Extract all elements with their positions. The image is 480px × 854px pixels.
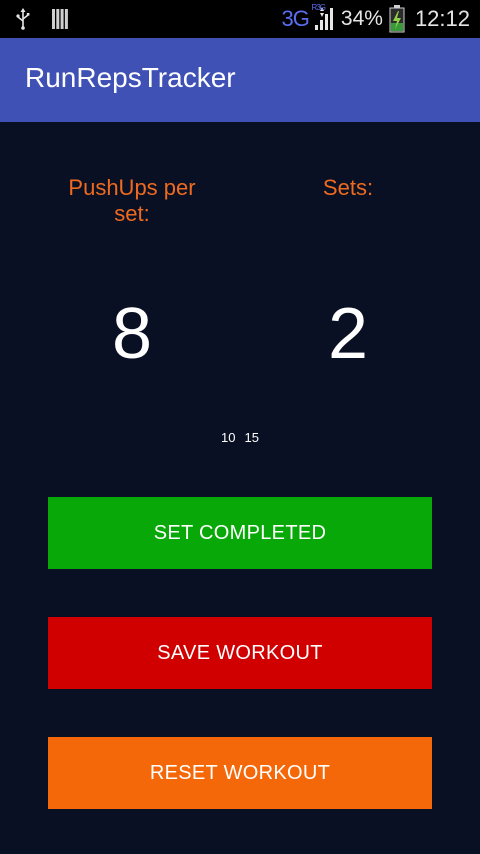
battery-charging-icon (389, 5, 405, 33)
status-bar-left (16, 8, 68, 30)
app-bar: RunRepsTracker (0, 38, 480, 122)
history-item: 10 (221, 430, 236, 445)
status-bar-right: 3G R3G 34% 12:12 (281, 3, 470, 34)
save-workout-button[interactable]: SAVE WORKOUT (48, 617, 432, 689)
history-item: 15 (244, 430, 259, 445)
reset-workout-button[interactable]: RESET WORKOUT (48, 737, 432, 809)
set-completed-button[interactable]: SET COMPLETED (48, 497, 432, 569)
sets-value: 2 (327, 294, 369, 374)
battery-percent: 34% (340, 7, 383, 30)
pushups-per-set-label: PushUps per set: (68, 175, 196, 226)
network-type-label: 3G (281, 6, 310, 31)
network-type: 3G R3G (281, 3, 326, 32)
app-title: RunRepsTracker (25, 62, 236, 93)
usb-icon (16, 8, 30, 30)
clock: 12:12 (414, 6, 470, 31)
sets-label: Sets: (322, 175, 374, 200)
status-bar: 3G R3G 34% 12:12 (0, 0, 480, 38)
network-sub-label: R3G (311, 3, 326, 12)
set-history: 10 15 (180, 430, 300, 445)
sdcard-icon (52, 9, 68, 29)
pushups-per-set-value: 8 (111, 294, 153, 374)
